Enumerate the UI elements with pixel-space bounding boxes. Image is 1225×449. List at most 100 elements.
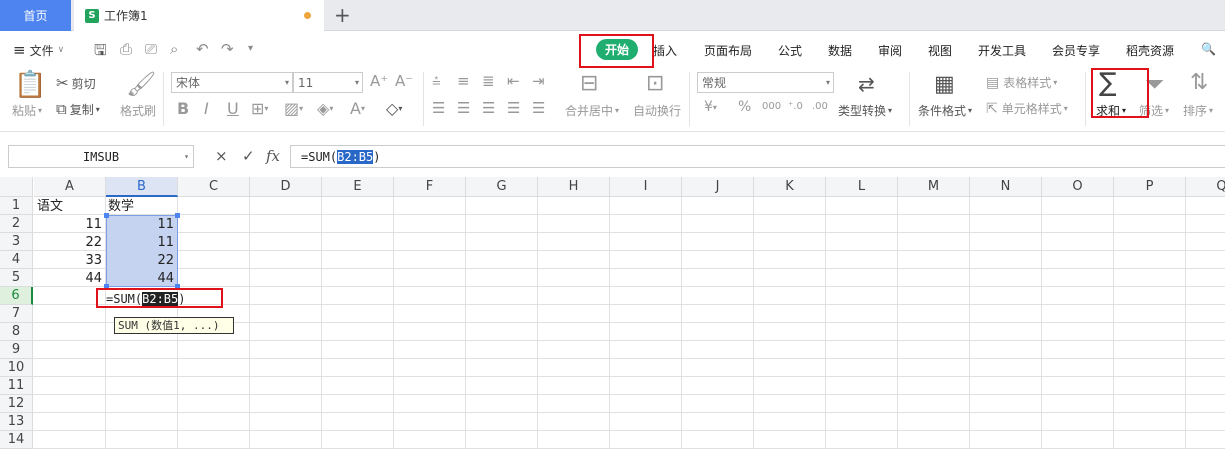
- row-header-6[interactable]: 6: [0, 287, 33, 305]
- sum-button[interactable]: 求和 ▾: [1096, 102, 1126, 119]
- column-header-g[interactable]: G: [466, 177, 538, 197]
- column-header-d[interactable]: D: [250, 177, 322, 197]
- row-header-5[interactable]: 5: [0, 269, 33, 287]
- font-grow-icon[interactable]: A⁺: [370, 72, 388, 90]
- thousands-icon[interactable]: 000: [762, 101, 781, 112]
- copy-button[interactable]: ⧉ 复制 ▾: [56, 100, 100, 118]
- sort-icon[interactable]: ⇅: [1190, 70, 1208, 95]
- distribute-icon[interactable]: ☰: [532, 99, 545, 117]
- format-painter-button[interactable]: 格式刷: [120, 102, 156, 119]
- cell-b5[interactable]: 44: [106, 270, 177, 288]
- column-header-i[interactable]: I: [610, 177, 682, 197]
- currency-icon[interactable]: ¥ ▾: [704, 99, 717, 115]
- italic-button[interactable]: I: [204, 99, 209, 118]
- column-header-l[interactable]: L: [826, 177, 898, 197]
- paste-button[interactable]: 粘贴 ▾: [12, 102, 42, 119]
- paste-icon[interactable]: 📋: [14, 70, 46, 100]
- row-header-1[interactable]: 1: [0, 197, 33, 215]
- column-header-q[interactable]: Q: [1186, 177, 1225, 197]
- eraser-icon[interactable]: ◇ ▾: [386, 99, 402, 118]
- percent-icon[interactable]: %: [738, 99, 751, 115]
- type-convert-icon[interactable]: ⇄: [858, 72, 875, 96]
- wrap-text-icon[interactable]: ⊡: [646, 71, 664, 96]
- workbook-tab[interactable]: S 工作簿1: [74, 0, 324, 31]
- filter-icon[interactable]: ⏷: [1145, 70, 1164, 98]
- column-header-e[interactable]: E: [322, 177, 394, 197]
- column-header-m[interactable]: M: [898, 177, 970, 197]
- fill-color-icon[interactable]: ◈ ▾: [317, 99, 333, 118]
- menu-tab-developer[interactable]: 开发工具: [978, 42, 1026, 59]
- menu-tab-page-layout[interactable]: 页面布局: [704, 42, 752, 59]
- cell-a4[interactable]: 33: [34, 252, 105, 270]
- menu-tab-start[interactable]: 开始: [596, 39, 638, 60]
- sum-icon[interactable]: ∑: [1099, 68, 1117, 98]
- decimal-decrease-icon[interactable]: .00: [812, 101, 828, 112]
- type-convert-button[interactable]: 类型转换 ▾: [838, 102, 892, 119]
- cell-a1[interactable]: 语文: [37, 198, 63, 216]
- home-tab[interactable]: 首页: [0, 0, 71, 31]
- sort-button[interactable]: 排序 ▾: [1183, 102, 1213, 119]
- table-style-button[interactable]: ▤ 表格样式 ▾: [986, 74, 1057, 91]
- menu-tab-data[interactable]: 数据: [828, 42, 852, 59]
- align-right-icon[interactable]: ☰: [482, 99, 495, 117]
- indent-decrease-icon[interactable]: ⇤: [507, 72, 520, 90]
- border-icon[interactable]: ⊞ ▾: [251, 99, 268, 118]
- font-shrink-icon[interactable]: A⁻: [395, 72, 413, 90]
- column-header-b[interactable]: B: [106, 177, 178, 197]
- font-color-icon[interactable]: A ▾: [350, 99, 365, 118]
- column-header-n[interactable]: N: [970, 177, 1042, 197]
- row-header-7[interactable]: 7: [0, 305, 33, 323]
- spreadsheet-grid[interactable]: ABCDEFGHIJKLMNOPQ 1 2 3 4 5 6 7 8 9 10 11 12 13 14 语文…: [0, 177, 1225, 449]
- filter-button[interactable]: 筛选 ▾: [1139, 102, 1169, 119]
- cell-b3[interactable]: 11: [106, 234, 177, 252]
- menu-tab-view[interactable]: 视图: [928, 42, 952, 59]
- row-header-8[interactable]: 8: [0, 323, 33, 341]
- cell-b4[interactable]: 22: [106, 252, 177, 270]
- column-header-c[interactable]: C: [178, 177, 250, 197]
- indent-increase-icon[interactable]: ⇥: [532, 72, 545, 90]
- column-header-p[interactable]: P: [1114, 177, 1186, 197]
- row-header-3[interactable]: 3: [0, 233, 33, 251]
- align-middle-icon[interactable]: ≡: [457, 72, 470, 90]
- formula-input[interactable]: =SUM(B2:B5): [290, 145, 1225, 168]
- row-header-12[interactable]: 12: [0, 395, 33, 413]
- cancel-icon[interactable]: ×: [215, 147, 228, 165]
- confirm-icon[interactable]: ✓: [242, 147, 255, 165]
- cell-a3[interactable]: 22: [34, 234, 105, 252]
- name-box[interactable]: IMSUB ▾: [8, 145, 194, 168]
- cut-button[interactable]: ✂ 剪切: [56, 74, 96, 92]
- row-header-13[interactable]: 13: [0, 413, 33, 431]
- column-header-a[interactable]: A: [34, 177, 106, 197]
- menu-tab-formulas[interactable]: 公式: [778, 42, 802, 59]
- row-header-9[interactable]: 9: [0, 341, 33, 359]
- column-header-h[interactable]: H: [538, 177, 610, 197]
- underline-button[interactable]: U: [227, 99, 239, 118]
- cell-a5[interactable]: 44: [34, 270, 105, 288]
- justify-icon[interactable]: ☰: [507, 99, 520, 117]
- row-header-2[interactable]: 2: [0, 215, 33, 233]
- menu-tab-review[interactable]: 审阅: [878, 42, 902, 59]
- conditional-format-icon[interactable]: ▦: [934, 72, 955, 97]
- cell-a2[interactable]: 11: [34, 216, 105, 234]
- menu-tab-member[interactable]: 会员专享: [1052, 42, 1100, 59]
- select-all-corner[interactable]: [0, 177, 33, 197]
- font-family-select[interactable]: 宋体 ▾: [171, 72, 293, 93]
- row-header-10[interactable]: 10: [0, 359, 33, 377]
- column-header-k[interactable]: K: [754, 177, 826, 197]
- bold-button[interactable]: B: [177, 99, 189, 118]
- number-format-select[interactable]: 常规 ▾: [697, 72, 834, 93]
- merge-center-button[interactable]: 合并居中 ▾: [565, 102, 619, 119]
- fill-pattern-icon[interactable]: ▨ ▾: [284, 99, 303, 118]
- format-painter-icon[interactable]: 🖌: [126, 70, 156, 98]
- row-header-14[interactable]: 14: [0, 431, 33, 449]
- align-center-icon[interactable]: ☰: [457, 99, 470, 117]
- cell-b1[interactable]: 数学: [108, 198, 134, 216]
- column-header-f[interactable]: F: [394, 177, 466, 197]
- column-header-j[interactable]: J: [682, 177, 754, 197]
- cell-style-button[interactable]: ⇱ 单元格样式 ▾: [986, 100, 1068, 117]
- row-header-4[interactable]: 4: [0, 251, 33, 269]
- cell-b2[interactable]: 11: [106, 216, 177, 234]
- search-icon[interactable]: 🔍: [1201, 42, 1216, 56]
- column-header-o[interactable]: O: [1042, 177, 1114, 197]
- align-top-icon[interactable]: ⩮: [432, 72, 441, 90]
